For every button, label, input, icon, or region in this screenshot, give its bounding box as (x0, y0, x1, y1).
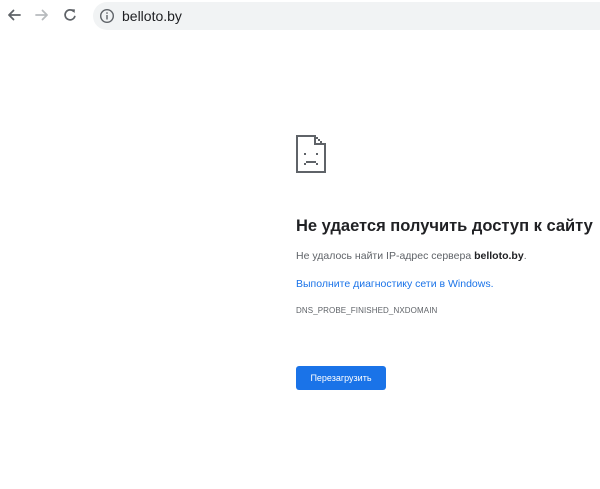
reload-icon (64, 9, 76, 21)
description-prefix: Не удалось найти IP-адрес сервера (296, 250, 475, 262)
info-icon[interactable] (99, 8, 115, 24)
arrow-left-icon (8, 9, 21, 21)
description-host: belloto.by (474, 250, 524, 262)
error-description: Не удалось найти IP-адрес сервера bellot… (296, 250, 527, 262)
back-button[interactable] (3, 4, 25, 26)
error-title: Не удается получить доступ к сайту (296, 217, 593, 235)
error-page: Не удается получить доступ к сайту Не уд… (0, 32, 600, 489)
sad-document-icon (296, 135, 326, 173)
description-suffix: . (523, 250, 527, 262)
address-bar[interactable]: belloto.by (93, 2, 600, 30)
url-text[interactable]: belloto.by (122, 8, 182, 24)
arrow-right-icon (35, 9, 48, 21)
forward-button[interactable] (31, 4, 53, 26)
network-diagnostics-link[interactable]: Выполните диагностику сети в Windows. (296, 278, 494, 290)
error-code: DNS_PROBE_FINISHED_NXDOMAIN (296, 306, 438, 315)
browser-toolbar: belloto.by (0, 0, 600, 32)
reload-button[interactable] (59, 4, 81, 26)
reload-page-button[interactable]: Перезагрузить (296, 366, 386, 390)
